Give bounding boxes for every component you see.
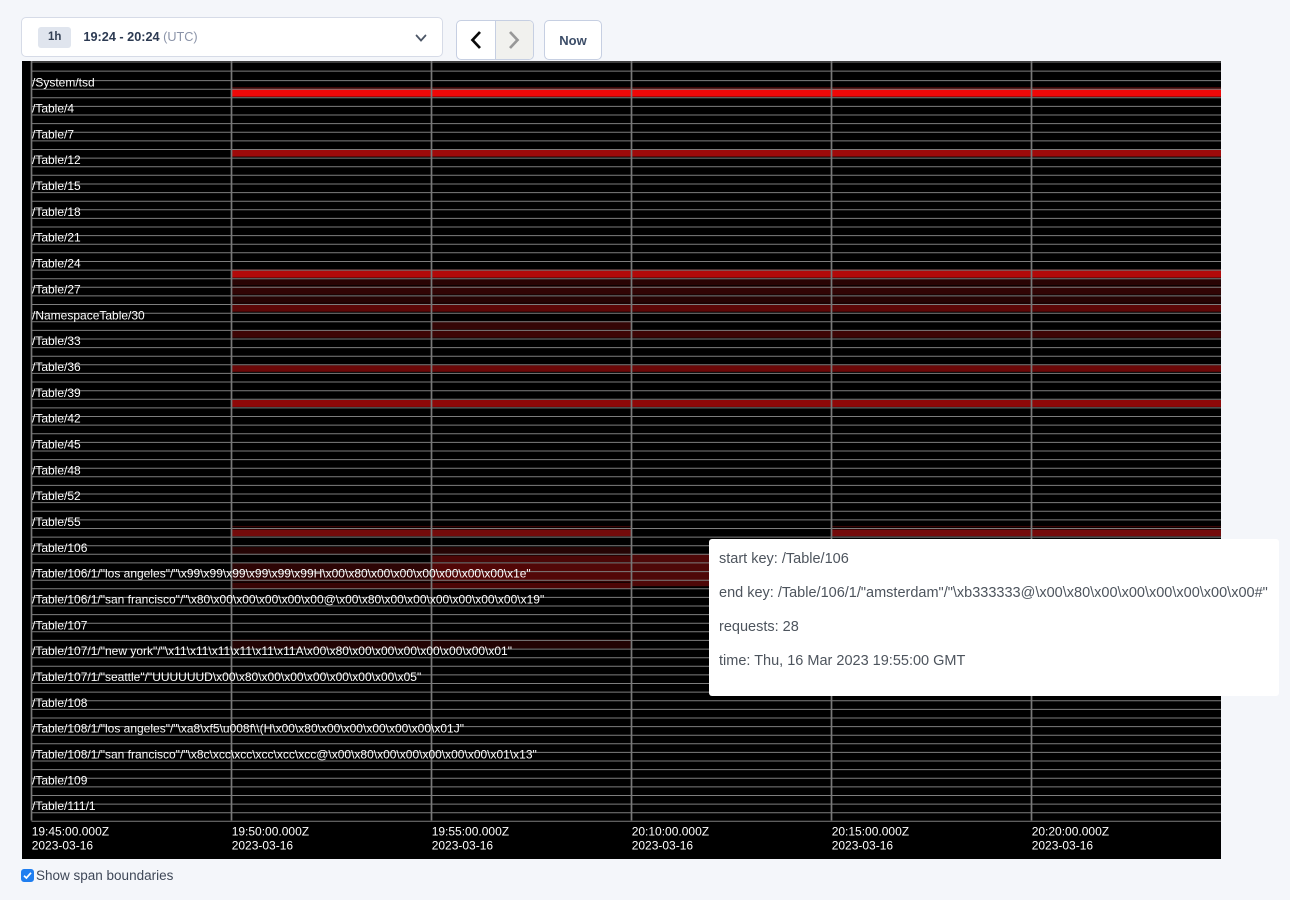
svg-text:/Table/55: /Table/55 xyxy=(32,515,81,529)
svg-text:2023-03-16: 2023-03-16 xyxy=(432,839,494,853)
svg-text:20:20:00.000Z: 20:20:00.000Z xyxy=(1032,825,1109,839)
svg-text:/Table/39: /Table/39 xyxy=(32,386,81,400)
svg-text:/Table/27: /Table/27 xyxy=(32,282,81,296)
svg-text:/Table/18: /Table/18 xyxy=(32,205,81,219)
svg-text:/Table/108/1/"los angeles"/"\x: /Table/108/1/"los angeles"/"\xa8\xf5\u00… xyxy=(32,722,464,736)
svg-text:/Table/108: /Table/108 xyxy=(32,696,88,710)
svg-text:/Table/106/1/"los angeles"/"\x: /Table/106/1/"los angeles"/"\x99\x99\x99… xyxy=(32,567,531,581)
svg-text:/Table/52: /Table/52 xyxy=(32,489,81,503)
svg-text:/Table/48: /Table/48 xyxy=(32,463,81,477)
svg-text:/Table/106/1/"san francisco"/": /Table/106/1/"san francisco"/"\x80\x00\x… xyxy=(32,593,544,607)
svg-text:2023-03-16: 2023-03-16 xyxy=(1032,839,1094,853)
svg-text:/Table/33: /Table/33 xyxy=(32,334,81,348)
svg-text:/Table/15: /Table/15 xyxy=(32,179,81,193)
svg-text:/Table/21: /Table/21 xyxy=(32,231,81,245)
svg-text:/Table/106: /Table/106 xyxy=(32,541,88,555)
svg-text:/Table/12: /Table/12 xyxy=(32,153,81,167)
svg-text:/Table/111/1: /Table/111/1 xyxy=(32,799,96,813)
svg-text:/Table/107/1/"new york"/"\x11\: /Table/107/1/"new york"/"\x11\x11\x11\x1… xyxy=(32,644,512,658)
svg-text:/Table/36: /Table/36 xyxy=(32,360,81,374)
svg-text:/Table/107: /Table/107 xyxy=(32,618,88,632)
svg-text:2023-03-16: 2023-03-16 xyxy=(32,839,94,853)
svg-text:20:10:00.000Z: 20:10:00.000Z xyxy=(632,825,709,839)
svg-text:/Table/45: /Table/45 xyxy=(32,438,81,452)
svg-text:2023-03-16: 2023-03-16 xyxy=(232,839,294,853)
svg-text:/System/tsd: /System/tsd xyxy=(32,76,95,90)
svg-text:/Table/109: /Table/109 xyxy=(32,773,88,787)
svg-text:19:45:00.000Z: 19:45:00.000Z xyxy=(32,825,109,839)
svg-text:/Table/42: /Table/42 xyxy=(32,412,81,426)
svg-text:/Table/7: /Table/7 xyxy=(32,127,74,141)
svg-text:/Table/24: /Table/24 xyxy=(32,257,81,271)
svg-text:/Table/107/1/"seattle"/"UUUUUU: /Table/107/1/"seattle"/"UUUUUUD\x00\x80\… xyxy=(32,670,421,684)
svg-text:19:55:00.000Z: 19:55:00.000Z xyxy=(432,825,509,839)
svg-text:/Table/4: /Table/4 xyxy=(32,102,74,116)
svg-text:/NamespaceTable/30: /NamespaceTable/30 xyxy=(32,308,145,322)
svg-text:/Table/108/1/"san francisco"/": /Table/108/1/"san francisco"/"\x8c\xcc\x… xyxy=(32,748,537,762)
svg-text:2023-03-16: 2023-03-16 xyxy=(632,839,694,853)
svg-text:19:50:00.000Z: 19:50:00.000Z xyxy=(232,825,309,839)
svg-text:2023-03-16: 2023-03-16 xyxy=(832,839,894,853)
svg-text:20:15:00.000Z: 20:15:00.000Z xyxy=(832,825,909,839)
